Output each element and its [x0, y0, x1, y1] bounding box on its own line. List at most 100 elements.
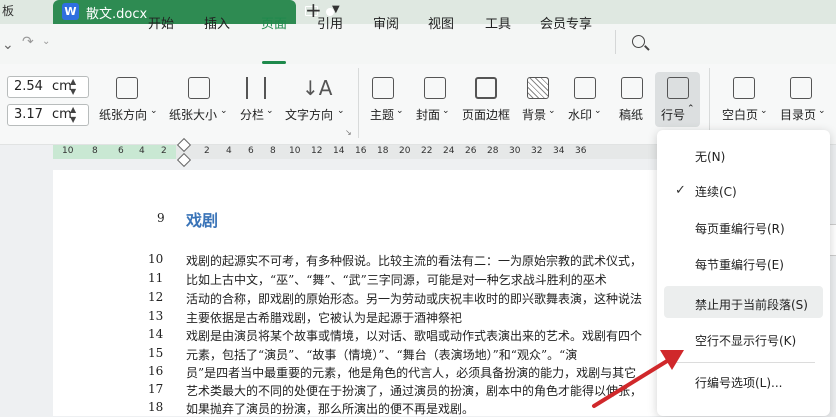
ruler-tick: 6 [248, 146, 254, 156]
menu-home[interactable]: 开始 [148, 13, 174, 32]
paragraph-line[interactable]: 比如上古中文，“巫”、“舞”、“武”三字同源，可能是对一种乞求战斗胜利的巫术 [186, 271, 607, 288]
ruler-tick: 10 [62, 146, 74, 156]
dropdown-item-continuous[interactable]: 连续(C) [695, 183, 737, 200]
stepper-up-icon[interactable]: ▲ [70, 105, 76, 114]
cover-button[interactable]: 封面 [416, 106, 440, 123]
menu-member[interactable]: 会员专享 [540, 13, 592, 32]
paragraph-line[interactable]: 艺术类最大的不同的处便在于扮演了，通过演员的扮演，剧本中的角色才能得以伸张， [186, 382, 642, 399]
ruler-tick: 4 [226, 146, 232, 156]
ruler-tick: 14 [333, 146, 345, 156]
ruler-tick: 6 [118, 146, 124, 156]
stepper-down-icon[interactable]: ▼ [70, 115, 76, 124]
chevron-down-icon: ⌄ [594, 106, 602, 116]
menu-divider [615, 30, 616, 54]
toc-page-button[interactable]: 目录页 [780, 106, 816, 123]
ruler-tick: 8 [92, 146, 98, 156]
menu-page[interactable]: 页面 [261, 13, 287, 32]
cover-icon [424, 77, 446, 99]
margin-bottom-value[interactable]: 3.17 [14, 107, 43, 122]
line-number: 11 [148, 271, 164, 285]
ribbon-divider [358, 68, 359, 138]
chevron-down-icon: ⌄ [337, 106, 345, 116]
chevron-down-icon: ⌄ [760, 106, 768, 116]
line-number: 12 [148, 290, 164, 304]
undo-arrow-icon[interactable]: ⌄ [2, 37, 14, 53]
line-number: 16 [148, 364, 164, 378]
checkmark-icon: ✓ [675, 183, 686, 198]
paragraph-line[interactable]: 员”是四者当中最重要的元素，他是角色的代言人，必须具备扮演的能力，戏剧与其它 [186, 364, 636, 381]
text-direction-icon: ↓A [302, 76, 333, 100]
dropdown-item-suppress-current-paragraph[interactable]: 禁止用于当前段落(S) [695, 296, 808, 313]
paragraph-line[interactable]: 戏剧是由演员将某个故事或情境，以对话、歌唱或动作式表演出来的艺术。戏剧有四个 [186, 327, 642, 344]
dropdown-item-hide-blank-lines[interactable]: 空行不显示行号(K) [695, 332, 796, 349]
menu-insert[interactable]: 插入 [204, 13, 230, 32]
paragraph-line[interactable]: 活动的合称，即戏剧的原始形态。另一为劳动或庆祝丰收时的即兴歌舞表演，这种说法 [186, 290, 642, 307]
document-heading[interactable]: 戏剧 [186, 207, 218, 231]
redo-icon[interactable]: ↷ [22, 34, 34, 50]
margin-bottom-stepper[interactable]: 3.17 cm ▲ ▼ [7, 104, 89, 126]
dialog-launcher-icon[interactable]: ↘ [345, 128, 352, 137]
ruler-tick: 22 [421, 146, 433, 156]
paper-size-button[interactable]: 纸张大小 [169, 106, 217, 123]
menu-tools[interactable]: 工具 [485, 13, 511, 32]
blank-page-button[interactable]: 空白页 [722, 106, 758, 123]
ruler-tick: 26 [465, 146, 477, 156]
theme-button[interactable]: 主题 [370, 106, 394, 123]
word-doc-icon: W [62, 3, 79, 20]
paragraph-line[interactable]: 元素，包括了“演员”、“故事（情境）”、“舞台（表演场地）”和“观众”。“演 [186, 346, 577, 363]
dropdown-item-restart-each-section[interactable]: 每节重编行号(E) [695, 256, 784, 273]
line-number-button[interactable]: 行号 [661, 106, 685, 123]
ruler-tick: 20 [399, 146, 411, 156]
manuscript-paper-icon [621, 77, 643, 99]
ruler-tick: 32 [531, 146, 543, 156]
ruler-tick: 28 [487, 146, 499, 156]
line-number: 17 [148, 382, 164, 396]
annotation-arrow-icon [592, 350, 684, 408]
margin-unit: cm [52, 79, 72, 94]
paper-orientation-button[interactable]: 纸张方向 [99, 106, 147, 123]
dropdown-item-restart-each-page[interactable]: 每页重编行号(R) [695, 220, 785, 237]
line-number: 9 [157, 211, 165, 225]
ruler-tick: 8 [270, 146, 276, 156]
menu-bar [0, 24, 836, 64]
chevron-down-icon: ⌄ [818, 106, 826, 116]
tab-active-document[interactable]: W 散文.docx [53, 0, 334, 24]
chevron-down-icon: ⌄ [442, 106, 450, 116]
watermark-icon [574, 77, 596, 99]
paragraph-line[interactable]: 主要依据是古希腊戏剧，它被认为是起源于酒神祭祀 [186, 309, 462, 326]
search-icon[interactable] [632, 35, 645, 48]
line-number: 18 [148, 400, 164, 414]
chevron-down-icon: ⌄ [220, 106, 228, 116]
margin-unit: cm [52, 107, 72, 122]
margin-top-value[interactable]: 2.54 [14, 79, 43, 94]
dropdown-item-none[interactable]: 无(N) [695, 148, 725, 165]
paragraph-line[interactable]: 如果抛弃了演员的扮演，那么所演出的便不再是戏剧。 [186, 400, 474, 417]
ruler-tick: 12 [311, 146, 323, 156]
dropdown-divider [671, 362, 815, 363]
ruler-tick: 34 [553, 146, 565, 156]
watermark-button[interactable]: 水印 [568, 106, 592, 123]
manuscript-paper-button[interactable]: 稿纸 [619, 106, 643, 123]
columns-button[interactable]: 分栏 [240, 106, 264, 123]
page-border-icon [475, 77, 497, 99]
page-border-button[interactable]: 页面边框 [462, 106, 510, 123]
stepper-up-icon[interactable]: ▲ [70, 77, 76, 86]
menu-view[interactable]: 视图 [428, 13, 454, 32]
stepper-down-icon[interactable]: ▼ [70, 87, 76, 96]
line-number: 14 [148, 327, 164, 341]
menu-references[interactable]: 引用 [317, 13, 343, 32]
redo-dropdown-icon[interactable]: ⌄ [42, 36, 50, 47]
ruler-tick: 10 [289, 146, 301, 156]
text-direction-button[interactable]: 文字方向 [285, 106, 333, 123]
tab-previous[interactable]: 板 [0, 0, 14, 24]
menu-review[interactable]: 审阅 [373, 13, 399, 32]
dropdown-item-line-number-options[interactable]: 行编号选项(L)... [695, 374, 783, 391]
background-button[interactable]: 背景 [522, 106, 546, 123]
paragraph-line[interactable]: 戏剧的起源实不可考，有多种假说。比较主流的看法有二：一为原始宗教的武术仪式， [186, 252, 642, 269]
line-number: 10 [148, 252, 164, 266]
ruler-tick: 24 [443, 146, 455, 156]
margin-top-stepper[interactable]: 2.54 cm ▲ ▼ [7, 76, 89, 98]
columns-icon [246, 77, 266, 99]
line-number: 15 [148, 346, 164, 360]
toc-page-icon [790, 77, 812, 99]
